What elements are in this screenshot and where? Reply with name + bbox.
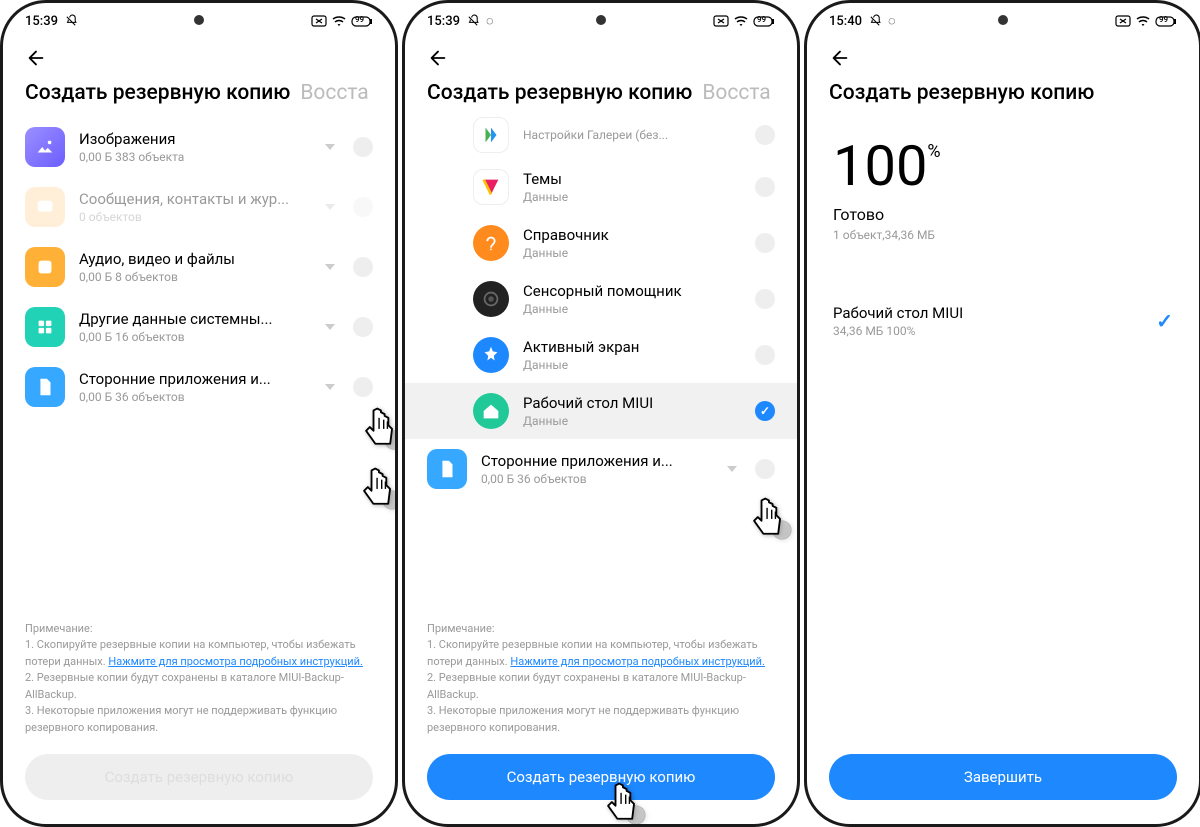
notes: Примечание: 1. Скопируйте резервные копи… <box>405 617 797 745</box>
clock: 15:39 <box>427 14 460 29</box>
list-item: Сообщения, контакты и жур...0 объектов <box>3 177 395 237</box>
tab-restore[interactable]: Восста <box>702 81 770 105</box>
pointer-cursor <box>353 463 398 513</box>
tabs: Создать резервную копию Восста <box>405 81 797 113</box>
media-icon <box>25 247 65 287</box>
bell-off-icon <box>466 14 480 28</box>
notes: Примечание: 1. Скопируйте резервные копи… <box>3 617 395 745</box>
launcher-icon <box>473 393 509 429</box>
back-button[interactable] <box>405 33 797 81</box>
chevron-down-icon <box>727 466 737 472</box>
phone-3: 15:40 ◌ 99 Создать резервную копию 100% … <box>804 0 1200 827</box>
battery-icon: 99 <box>753 14 775 28</box>
tab-restore[interactable]: Восста <box>300 81 368 105</box>
wifi-icon <box>733 13 749 29</box>
radio[interactable] <box>755 125 775 145</box>
create-backup-button: Создать резервную копию <box>25 754 373 800</box>
radio[interactable] <box>755 459 775 479</box>
wifi-icon <box>331 13 347 29</box>
tabs: Создать резервную копию Восста <box>3 81 395 113</box>
radio[interactable] <box>755 177 775 197</box>
bell-off-icon <box>868 14 882 28</box>
radio[interactable] <box>353 137 373 157</box>
list-item[interactable]: ТемыДанные <box>405 159 797 215</box>
list-item[interactable]: Настройки Галереи (без... <box>405 117 797 159</box>
clock: 15:39 <box>25 14 58 29</box>
chevron-down-icon <box>325 204 335 210</box>
list-item[interactable]: СправочникДанные <box>405 215 797 271</box>
radio <box>353 197 373 217</box>
result-row: Рабочий стол MIUI 34,36 МБ 100% ✓ <box>807 292 1199 350</box>
chevron-down-icon <box>325 144 335 150</box>
battery-icon: 99 <box>1155 14 1177 28</box>
tab-backup[interactable]: Создать резервную копию <box>25 81 290 105</box>
battery-icon: 99 <box>351 14 373 28</box>
clock: 15:40 <box>829 14 862 29</box>
wifi-icon <box>1135 13 1151 29</box>
sync-icon: ◌ <box>486 13 494 29</box>
radio[interactable] <box>755 289 775 309</box>
touch-assist-icon <box>473 281 509 317</box>
bell-off-icon <box>64 14 78 28</box>
radio[interactable] <box>353 377 373 397</box>
aod-icon <box>473 337 509 373</box>
messages-icon <box>25 187 65 227</box>
images-icon <box>25 127 65 167</box>
sync-icon: ◌ <box>888 13 896 29</box>
instructions-link[interactable]: Нажмите для просмотра подробных инструкц… <box>108 655 363 668</box>
check-icon: ✓ <box>1156 309 1173 333</box>
list-item[interactable]: Сторонние приложения и...0,00 Б 36 объек… <box>405 439 797 499</box>
phone-1: 15:39 99 Создать резервную копию Восста … <box>0 0 398 827</box>
list-item[interactable]: Сенсорный помощникДанные <box>405 271 797 327</box>
instructions-link[interactable]: Нажмите для просмотра подробных инструкц… <box>510 655 765 668</box>
radio[interactable] <box>755 345 775 365</box>
radio[interactable] <box>353 317 373 337</box>
finish-button[interactable]: Завершить <box>829 754 1177 800</box>
radio-checked[interactable] <box>755 401 775 421</box>
chevron-down-icon <box>325 384 335 390</box>
statusbar: 15:39 99 <box>3 3 395 33</box>
radio[interactable] <box>353 257 373 277</box>
radio[interactable] <box>755 233 775 253</box>
back-button[interactable] <box>3 33 395 81</box>
themes-icon <box>473 169 509 205</box>
apps-icon <box>427 449 467 489</box>
list-item[interactable]: Активный экранДанные <box>405 327 797 383</box>
directory-icon <box>473 225 509 261</box>
app-list: Настройки Галереи (без... ТемыДанные Спр… <box>405 113 797 503</box>
list-item-miui-launcher[interactable]: Рабочий стол MIUIДанные <box>405 383 797 439</box>
sim-off-icon <box>1115 13 1131 29</box>
progress: 100% Готово 1 объект,34,36 МБ <box>807 113 1199 252</box>
apps-icon <box>25 367 65 407</box>
chevron-down-icon <box>325 264 335 270</box>
tab-backup[interactable]: Создать резервную копию <box>427 81 692 105</box>
category-list: Изображения0,00 Б 383 объекта Сообщения,… <box>3 113 395 421</box>
back-button[interactable] <box>807 33 1199 81</box>
sim-off-icon <box>311 13 327 29</box>
gallery-icon <box>473 117 509 153</box>
list-item[interactable]: Изображения0,00 Б 383 объекта <box>3 117 395 177</box>
phone-2: 15:39 ◌ 99 Создать резервную копию Восст… <box>402 0 800 827</box>
list-item[interactable]: Сторонние приложения и...0,00 Б 36 объек… <box>3 357 395 417</box>
list-item[interactable]: Аудио, видео и файлы0,00 Б 8 объектов <box>3 237 395 297</box>
chevron-down-icon <box>325 324 335 330</box>
statusbar: 15:40 ◌ 99 <box>807 3 1199 33</box>
page-title: Создать резервную копию <box>807 81 1199 113</box>
system-data-icon <box>25 307 65 347</box>
sim-off-icon <box>713 13 729 29</box>
list-item[interactable]: Другие данные системны...0,00 Б 16 объек… <box>3 297 395 357</box>
create-backup-button[interactable]: Создать резервную копию <box>427 754 775 800</box>
statusbar: 15:39 ◌ 99 <box>405 3 797 33</box>
